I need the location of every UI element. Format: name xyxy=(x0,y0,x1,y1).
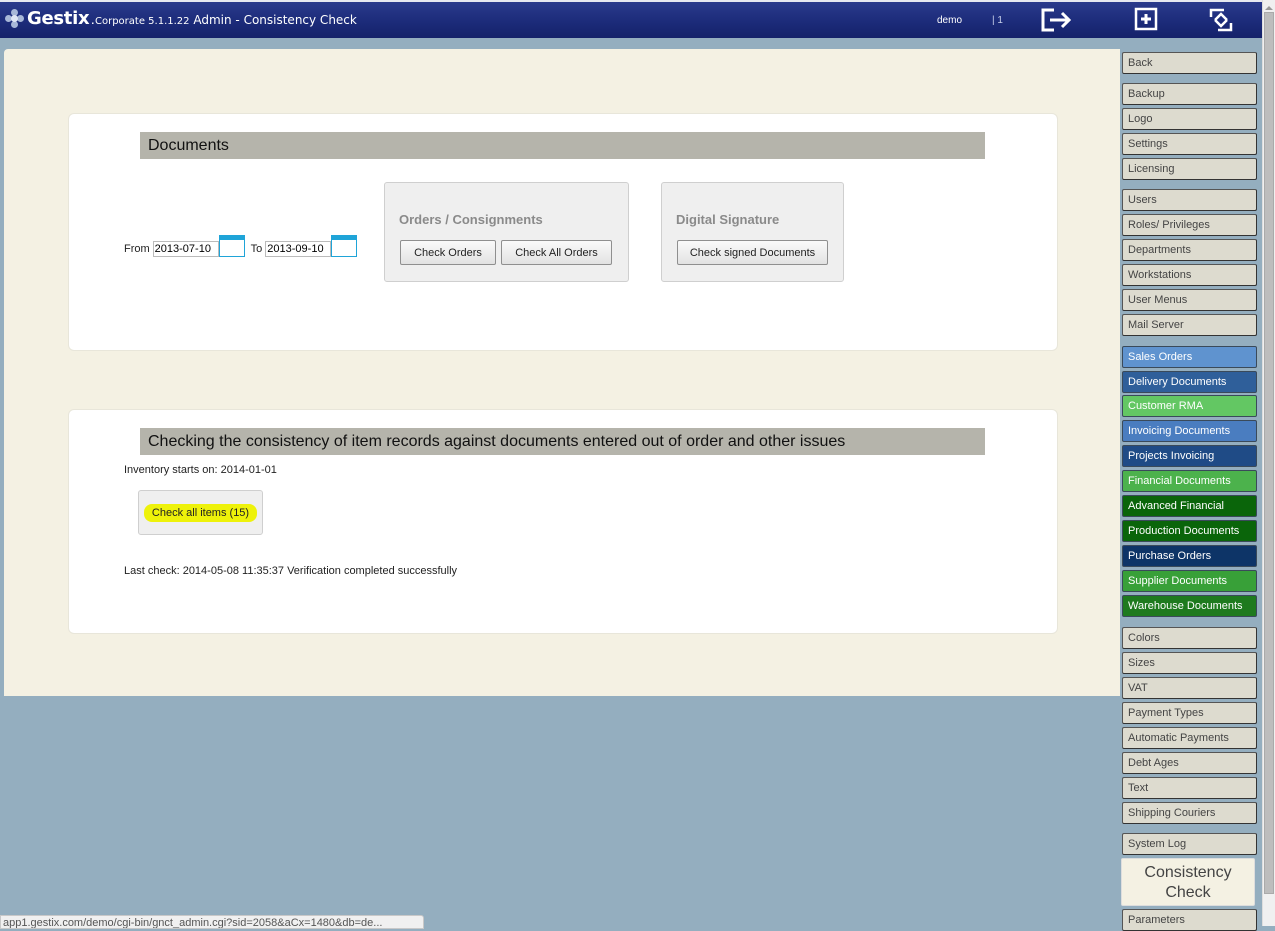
user-name: demo xyxy=(937,15,963,26)
items-card: Checking the consistency of item records… xyxy=(68,409,1058,634)
check-all-items-button[interactable]: Check all items (15) xyxy=(138,490,263,535)
sidebar-item-financial-documents[interactable]: Financial Documents xyxy=(1122,470,1257,492)
sidebar-item-sizes[interactable]: Sizes xyxy=(1122,652,1257,674)
logout-icon[interactable] xyxy=(1040,7,1074,38)
from-calendar-icon[interactable] xyxy=(218,235,245,257)
sidebar-item-user-menus[interactable]: User Menus xyxy=(1122,289,1257,311)
edition-label: Corporate 5.1.1.22 xyxy=(95,16,190,27)
date-range: From To xyxy=(124,235,358,257)
sidebar-item-supplier-documents[interactable]: Supplier Documents xyxy=(1122,570,1257,592)
sidebar-item-back[interactable]: Back xyxy=(1122,52,1257,74)
check-all-orders-button[interactable]: Check All Orders xyxy=(501,240,612,265)
sidebar-item-delivery-documents[interactable]: Delivery Documents xyxy=(1122,371,1257,393)
new-window-icon[interactable] xyxy=(1134,7,1158,36)
sidebar-item-warehouse-documents[interactable]: Warehouse Documents xyxy=(1122,595,1257,617)
sidebar-item-system-log[interactable]: System Log xyxy=(1122,833,1257,855)
sidebar-item-workstations[interactable]: Workstations xyxy=(1122,264,1257,286)
top-bar: Gestix. Corporate 5.1.1.22 Admin - Consi… xyxy=(0,0,1262,38)
to-label: To xyxy=(250,242,263,255)
documents-card: Documents From To Orders / Consignments … xyxy=(68,113,1058,351)
sidebar-item-logo[interactable]: Logo xyxy=(1122,108,1257,130)
items-section-title: Checking the consistency of item records… xyxy=(140,428,985,455)
sidebar-item-consistency-check[interactable]: Consistency Check xyxy=(1121,858,1255,906)
orders-group: Orders / Consignments Check Orders Check… xyxy=(384,182,629,282)
last-check-status: Last check: 2014-05-08 11:35:37 Verifica… xyxy=(124,565,458,577)
sidebar-item-text[interactable]: Text xyxy=(1122,777,1257,799)
inventory-start-text: Inventory starts on: 2014-01-01 xyxy=(124,464,277,476)
digital-signature-group: Digital Signature Check signed Documents xyxy=(661,182,844,282)
gestix-logo: Gestix. xyxy=(5,8,94,29)
scroll-up-arrow-icon[interactable] xyxy=(1265,6,1273,10)
logo-text: Gestix xyxy=(27,8,90,29)
sidebar-item-colors[interactable]: Colors xyxy=(1122,627,1257,649)
check-orders-button[interactable]: Check Orders xyxy=(400,240,496,265)
sidebar-item-purchase-orders[interactable]: Purchase Orders xyxy=(1122,545,1257,567)
to-date-input[interactable] xyxy=(265,240,332,257)
refresh-icon[interactable] xyxy=(1208,7,1234,38)
status-bar-url: app1.gestix.com/demo/cgi-bin/gnct_admin.… xyxy=(0,915,424,929)
main-panel: Documents From To Orders / Consignments … xyxy=(4,49,1120,696)
sidebar-item-production-documents[interactable]: Production Documents xyxy=(1122,520,1257,542)
app-title: Corporate 5.1.1.22 Admin - Consistency C… xyxy=(95,13,357,27)
sidebar-item-advanced-financial[interactable]: Advanced Financial xyxy=(1122,495,1257,517)
sidebar-item-users[interactable]: Users xyxy=(1122,189,1257,211)
sidebar-item-customer-rma[interactable]: Customer RMA xyxy=(1122,395,1257,417)
sidebar-item-roles-privileges[interactable]: Roles/ Privileges xyxy=(1122,214,1257,236)
flower-logo-icon xyxy=(5,8,25,29)
sidebar-item-sales-orders[interactable]: Sales Orders xyxy=(1122,346,1257,368)
to-calendar-icon[interactable] xyxy=(331,235,358,257)
session-number: | 1 xyxy=(992,15,1003,26)
vertical-scrollbar[interactable] xyxy=(1262,0,1275,926)
sidebar-item-shipping-couriers[interactable]: Shipping Couriers xyxy=(1122,802,1257,824)
sidebar-item-invoicing-documents[interactable]: Invoicing Documents xyxy=(1122,420,1257,442)
sidebar-item-licensing[interactable]: Licensing xyxy=(1122,158,1257,180)
digital-signature-title: Digital Signature xyxy=(676,212,780,227)
page-title: Admin - Consistency Check xyxy=(193,13,357,27)
sidebar-item-parameters[interactable]: Parameters xyxy=(1122,909,1257,931)
sidebar-item-mail-server[interactable]: Mail Server xyxy=(1122,314,1257,336)
sidebar-item-settings[interactable]: Settings xyxy=(1122,133,1257,155)
from-label: From xyxy=(124,242,150,255)
sidebar-item-backup[interactable]: Backup xyxy=(1122,83,1257,105)
sidebar-item-debt-ages[interactable]: Debt Ages xyxy=(1122,752,1257,774)
sidebar-item-departments[interactable]: Departments xyxy=(1122,239,1257,261)
scroll-thumb[interactable] xyxy=(1264,12,1274,894)
documents-section-title: Documents xyxy=(140,132,985,159)
check-signed-documents-button[interactable]: Check signed Documents xyxy=(677,240,828,265)
from-date-input[interactable] xyxy=(152,240,219,257)
sidebar-item-automatic-payments[interactable]: Automatic Payments xyxy=(1122,727,1257,749)
sidebar-item-vat[interactable]: VAT xyxy=(1122,677,1257,699)
orders-group-title: Orders / Consignments xyxy=(399,212,543,227)
sidebar-item-payment-types[interactable]: Payment Types xyxy=(1122,702,1257,724)
check-all-items-label: Check all items (15) xyxy=(143,503,258,522)
sidebar-item-projects-invoicing[interactable]: Projects Invoicing xyxy=(1122,445,1257,467)
